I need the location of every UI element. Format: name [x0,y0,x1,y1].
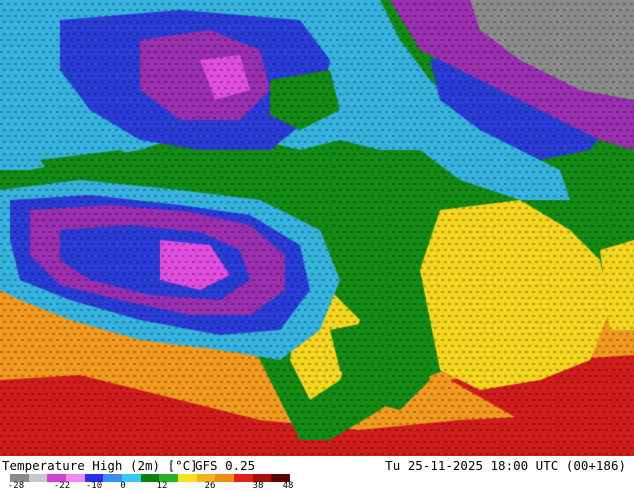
map-title: Temperature High (2m) [°C] [2,458,198,473]
valid-time: Tu 25-11-2025 18:00 UTC (00+186) [385,458,626,473]
temperature-map [0,0,634,456]
model-label: GFS 0.25 [195,458,256,473]
map-footer: Temperature High (2m) [°C] GFS 0.25 Tu 2… [0,456,634,491]
